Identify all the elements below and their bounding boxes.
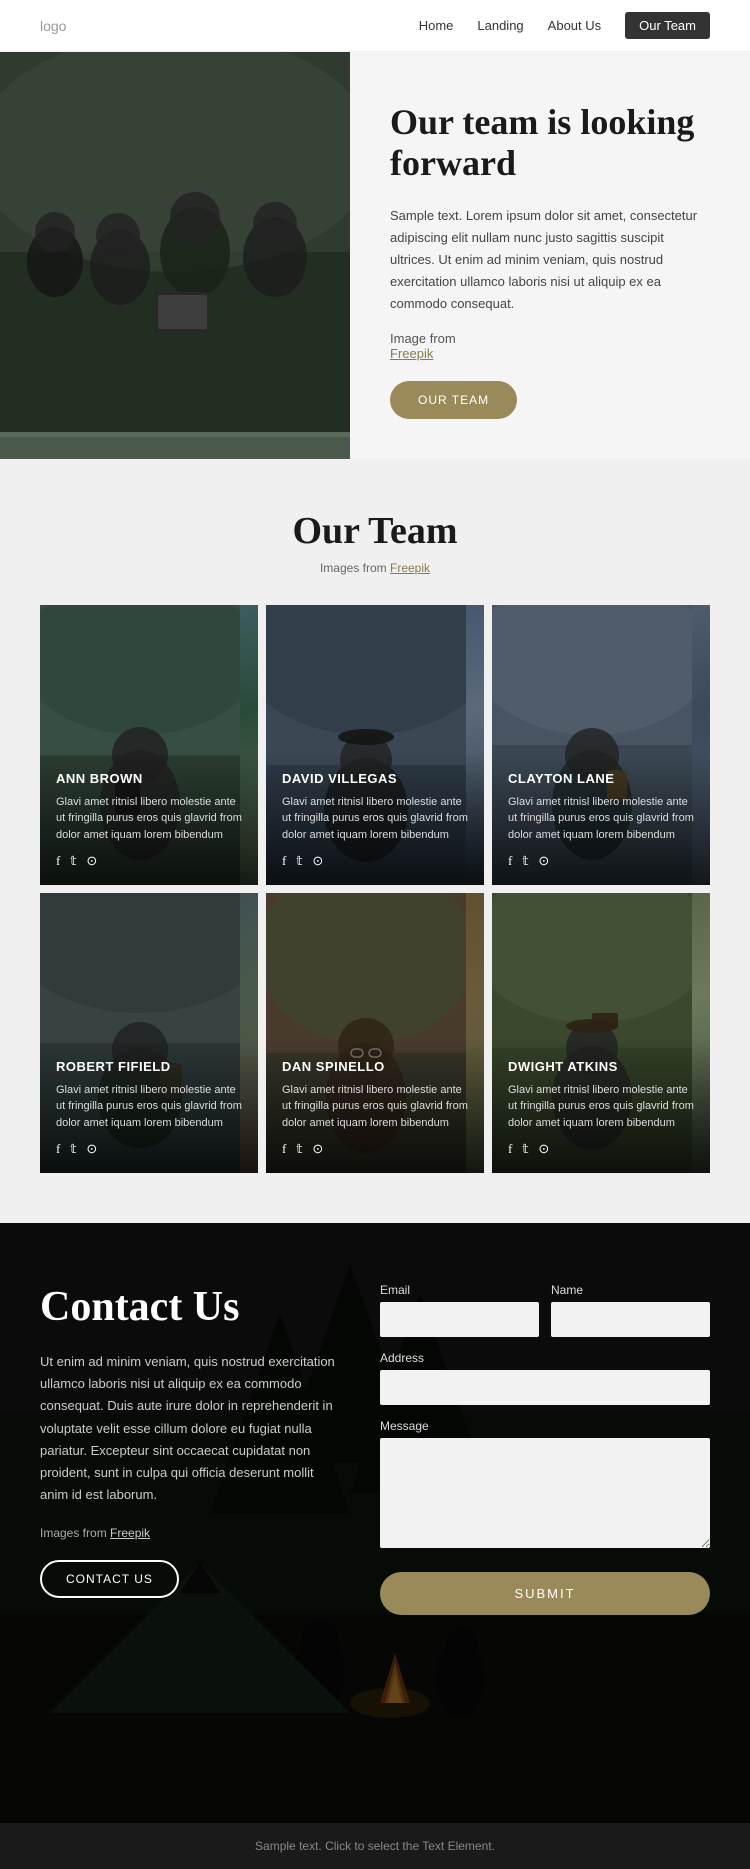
team-card-robert-fifield: ROBERT FIFIELD Glavi amet ritnisl libero…: [40, 893, 258, 1173]
hero-title: Our team is looking forward: [390, 102, 710, 185]
team-member-name-5: DAN SPINELLO: [282, 1059, 468, 1074]
twitter-icon-5[interactable]: 𝕥: [296, 1141, 302, 1157]
team-card-dan-spinello: DAN SPINELLO Glavi amet ritnisl libero m…: [266, 893, 484, 1173]
team-card-social-4: f 𝕥 ⊙: [56, 1141, 242, 1157]
contact-desc: Ut enim ad minim veniam, quis nostrud ex…: [40, 1351, 340, 1506]
contact-source-prefix: Images from: [40, 1526, 107, 1540]
twitter-icon-1[interactable]: 𝕥: [70, 853, 76, 869]
message-textarea[interactable]: [380, 1438, 710, 1548]
team-member-name-4: ROBERT FIFIELD: [56, 1059, 242, 1074]
facebook-icon-3[interactable]: f: [508, 853, 512, 869]
team-member-desc-2: Glavi amet ritnisl libero molestie ante …: [282, 794, 468, 844]
instagram-icon-4[interactable]: ⊙: [86, 1141, 97, 1157]
nav-about[interactable]: About Us: [548, 18, 601, 33]
team-card-overlay-2: DAVID VILLEGAS Glavi amet ritnisl libero…: [266, 751, 484, 886]
team-card-overlay-1: ANN BROWN Glavi amet ritnisl libero mole…: [40, 751, 258, 886]
contact-left: Contact Us Ut enim ad minim veniam, quis…: [40, 1283, 340, 1615]
nav-landing[interactable]: Landing: [477, 18, 523, 33]
hero-source-prefix: Image from: [390, 331, 456, 346]
address-input[interactable]: [380, 1370, 710, 1405]
facebook-icon-1[interactable]: f: [56, 853, 60, 869]
hero-content: Our team is looking forward Sample text.…: [350, 52, 750, 459]
twitter-icon-6[interactable]: 𝕥: [522, 1141, 528, 1157]
hero-image-placeholder: [0, 52, 350, 432]
instagram-icon-3[interactable]: ⊙: [538, 853, 549, 869]
team-card-overlay-5: DAN SPINELLO Glavi amet ritnisl libero m…: [266, 1039, 484, 1174]
hero-image: [0, 52, 350, 459]
nav-home[interactable]: Home: [419, 18, 454, 33]
facebook-icon-2[interactable]: f: [282, 853, 286, 869]
name-input[interactable]: [551, 1302, 710, 1337]
facebook-icon-4[interactable]: f: [56, 1141, 60, 1157]
team-grid: ANN BROWN Glavi amet ritnisl libero mole…: [40, 605, 710, 1173]
navbar: logo Home Landing About Us Our Team: [0, 0, 750, 52]
contact-source: Images from Freepik: [40, 1526, 340, 1540]
team-section: Our Team Images from Freepik: [0, 459, 750, 1223]
team-card-overlay-6: DWIGHT ATKINS Glavi amet ritnisl libero …: [492, 1039, 710, 1174]
form-group-name: Name: [551, 1283, 710, 1337]
instagram-icon-5[interactable]: ⊙: [312, 1141, 323, 1157]
facebook-icon-6[interactable]: f: [508, 1141, 512, 1157]
address-label: Address: [380, 1351, 710, 1365]
contact-section: Contact Us Ut enim ad minim veniam, quis…: [0, 1223, 750, 1823]
twitter-icon-3[interactable]: 𝕥: [522, 853, 528, 869]
contact-inner: Contact Us Ut enim ad minim veniam, quis…: [0, 1223, 750, 1675]
email-input[interactable]: [380, 1302, 539, 1337]
message-label: Message: [380, 1419, 710, 1433]
team-member-desc-5: Glavi amet ritnisl libero molestie ante …: [282, 1082, 468, 1132]
email-label: Email: [380, 1283, 539, 1297]
team-card-clayton-lane: CLAYTON LANE Glavi amet ritnisl libero m…: [492, 605, 710, 885]
team-member-desc-4: Glavi amet ritnisl libero molestie ante …: [56, 1082, 242, 1132]
team-member-name-3: CLAYTON LANE: [508, 771, 694, 786]
hero-source-link[interactable]: Freepik: [390, 346, 433, 361]
logo: logo: [40, 18, 66, 34]
twitter-icon-4[interactable]: 𝕥: [70, 1141, 76, 1157]
team-member-name-1: ANN BROWN: [56, 771, 242, 786]
hero-body: Sample text. Lorem ipsum dolor sit amet,…: [390, 205, 710, 315]
team-member-name-6: DWIGHT ATKINS: [508, 1059, 694, 1074]
team-member-desc-1: Glavi amet ritnisl libero molestie ante …: [56, 794, 242, 844]
team-card-ann-brown: ANN BROWN Glavi amet ritnisl libero mole…: [40, 605, 258, 885]
team-section-title: Our Team: [40, 509, 710, 553]
instagram-icon-6[interactable]: ⊙: [538, 1141, 549, 1157]
team-card-david-villegas: DAVID VILLEGAS Glavi amet ritnisl libero…: [266, 605, 484, 885]
name-label: Name: [551, 1283, 710, 1297]
form-row-email-name: Email Name: [380, 1283, 710, 1337]
nav-links: Home Landing About Us Our Team: [419, 12, 710, 39]
team-member-name-2: DAVID VILLEGAS: [282, 771, 468, 786]
hero-section: Our team is looking forward Sample text.…: [0, 52, 750, 459]
instagram-icon-1[interactable]: ⊙: [86, 853, 97, 869]
team-card-dwight-atkins: DWIGHT ATKINS Glavi amet ritnisl libero …: [492, 893, 710, 1173]
team-source: Images from Freepik: [40, 561, 710, 575]
team-source-link[interactable]: Freepik: [390, 561, 430, 575]
facebook-icon-5[interactable]: f: [282, 1141, 286, 1157]
contact-right: Email Name Address Message SUBMIT: [380, 1283, 710, 1615]
team-card-social-5: f 𝕥 ⊙: [282, 1141, 468, 1157]
team-source-prefix: Images from: [320, 561, 387, 575]
team-member-desc-6: Glavi amet ritnisl libero molestie ante …: [508, 1082, 694, 1132]
hero-our-team-button[interactable]: OUR TEAM: [390, 381, 517, 419]
form-group-email: Email: [380, 1283, 539, 1337]
contact-us-button[interactable]: CONTACT US: [40, 1560, 179, 1598]
team-card-overlay-3: CLAYTON LANE Glavi amet ritnisl libero m…: [492, 751, 710, 886]
submit-button[interactable]: SUBMIT: [380, 1572, 710, 1615]
form-group-message: Message: [380, 1419, 710, 1548]
team-member-desc-3: Glavi amet ritnisl libero molestie ante …: [508, 794, 694, 844]
team-card-overlay-4: ROBERT FIFIELD Glavi amet ritnisl libero…: [40, 1039, 258, 1174]
team-card-social-3: f 𝕥 ⊙: [508, 853, 694, 869]
footer: Sample text. Click to select the Text El…: [0, 1823, 750, 1869]
contact-source-link[interactable]: Freepik: [110, 1526, 150, 1540]
hero-source: Image from Freepik: [390, 331, 710, 361]
footer-text: Sample text. Click to select the Text El…: [16, 1839, 734, 1853]
twitter-icon-2[interactable]: 𝕥: [296, 853, 302, 869]
contact-title: Contact Us: [40, 1283, 340, 1331]
team-card-social-2: f 𝕥 ⊙: [282, 853, 468, 869]
team-card-social-1: f 𝕥 ⊙: [56, 853, 242, 869]
instagram-icon-2[interactable]: ⊙: [312, 853, 323, 869]
nav-our-team[interactable]: Our Team: [625, 12, 710, 39]
team-card-social-6: f 𝕥 ⊙: [508, 1141, 694, 1157]
form-group-address: Address: [380, 1351, 710, 1405]
